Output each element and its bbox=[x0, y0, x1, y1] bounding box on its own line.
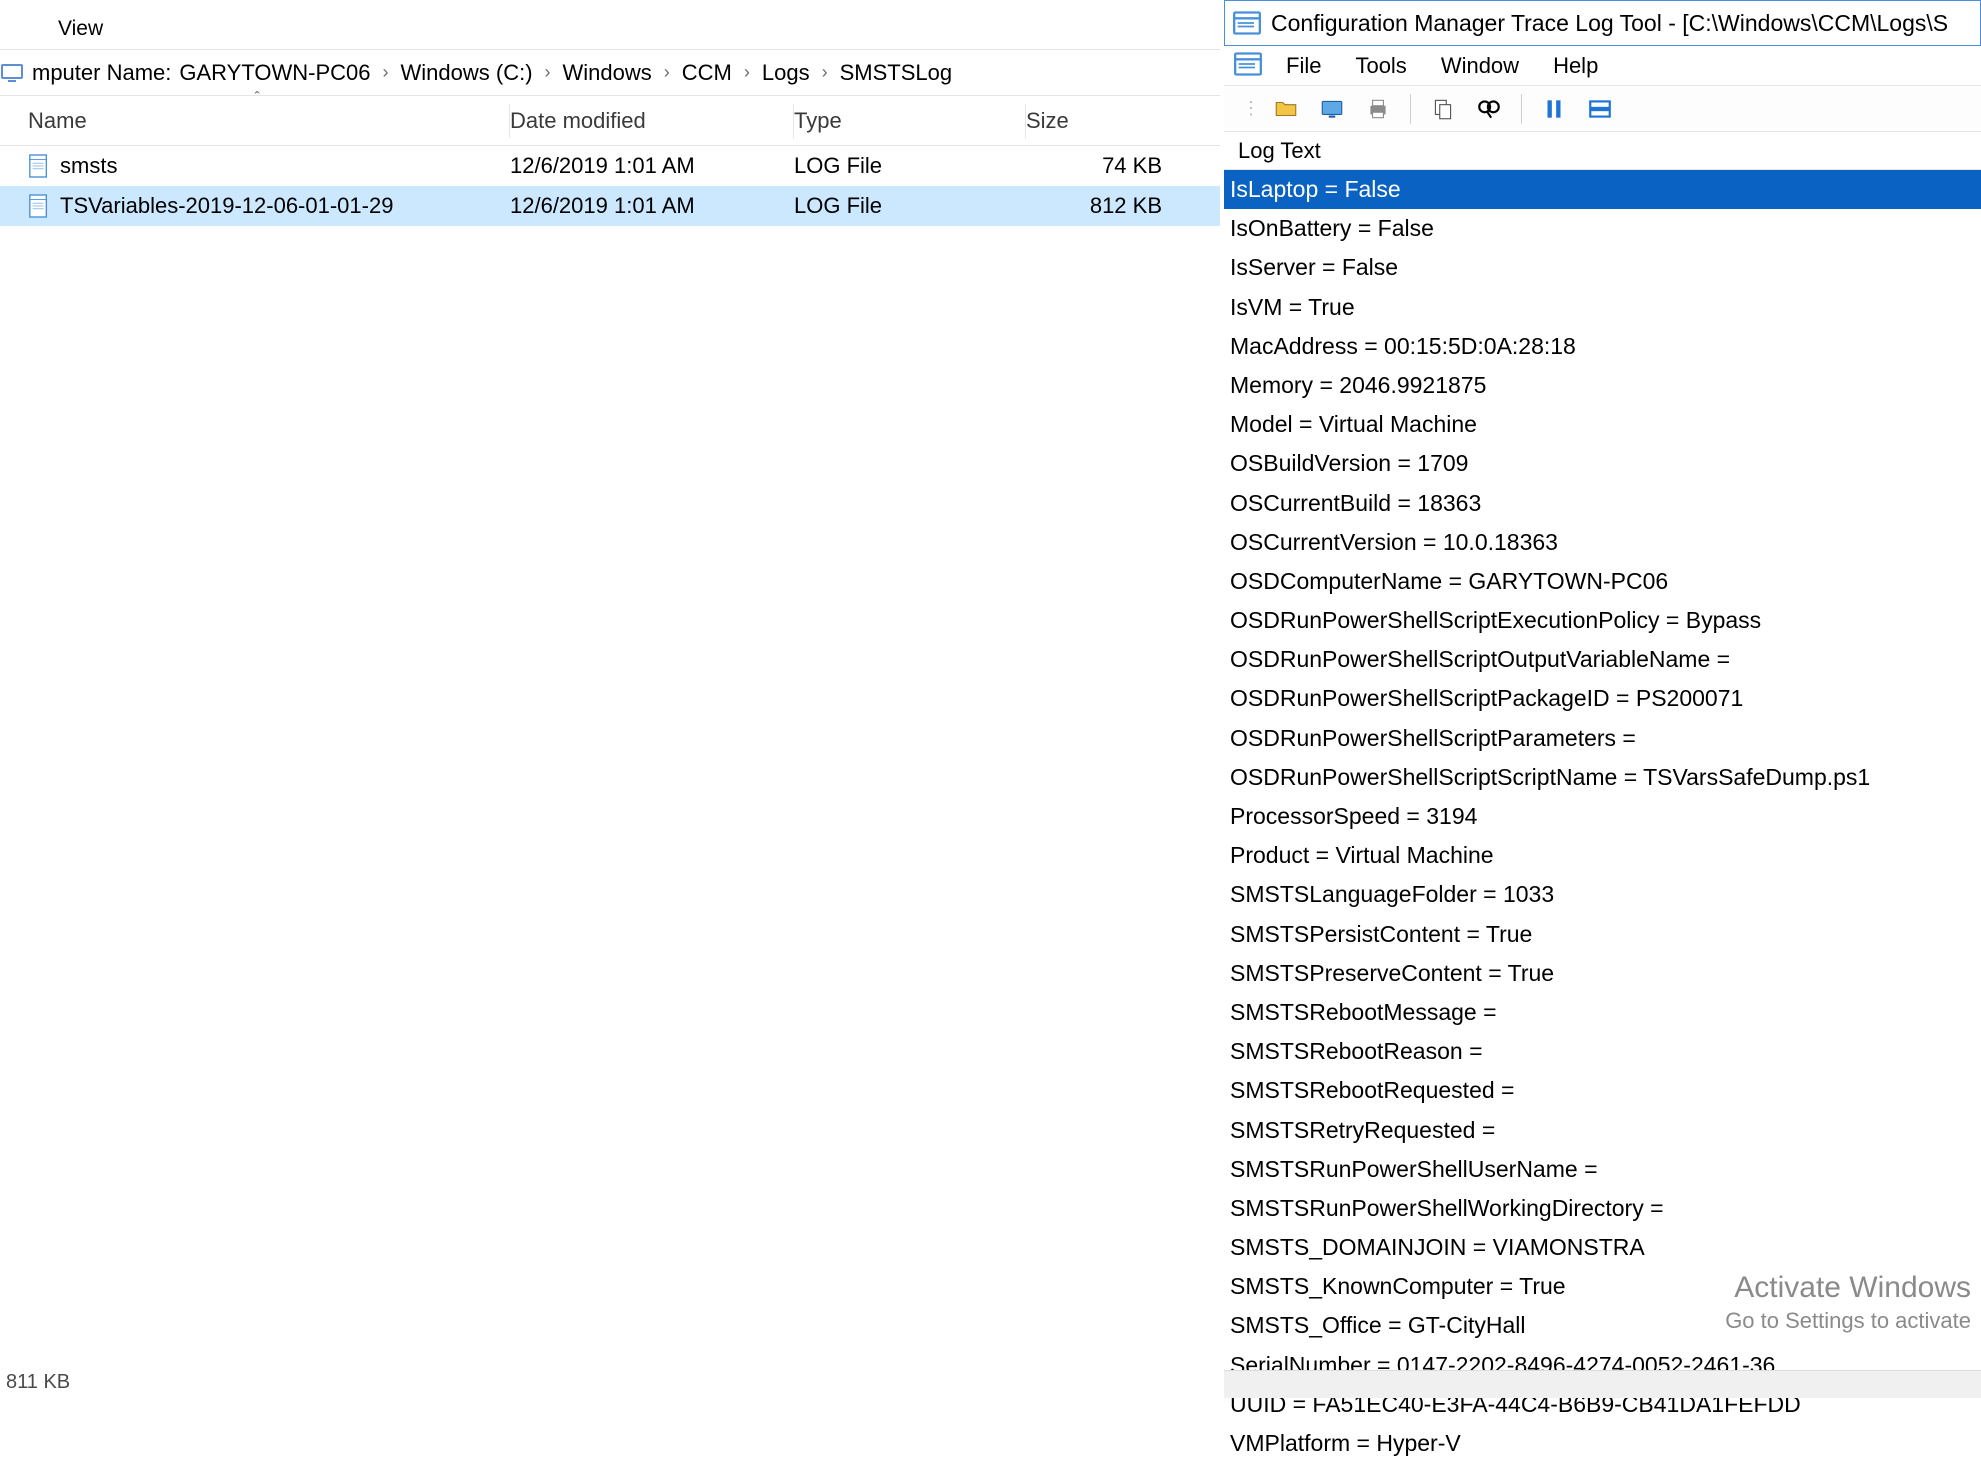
chevron-right-icon: › bbox=[814, 62, 836, 83]
log-line[interactable]: SMSTSPreserveContent = True bbox=[1224, 954, 1981, 993]
log-line[interactable]: SMSTSRunPowerShellWorkingDirectory = bbox=[1224, 1189, 1981, 1228]
log-line[interactable]: Product = Virtual Machine bbox=[1224, 836, 1981, 875]
breadcrumb-item[interactable]: Windows (C:) bbox=[397, 60, 537, 86]
log-line[interactable]: OSDRunPowerShellScriptParameters = bbox=[1224, 719, 1981, 758]
column-label: Name bbox=[28, 108, 87, 134]
log-line[interactable]: SMSTSRebootRequested = bbox=[1224, 1071, 1981, 1110]
toolbar-separator bbox=[1410, 94, 1411, 124]
breadcrumb-prefix: mputer Name: bbox=[28, 60, 175, 86]
print-button[interactable] bbox=[1358, 91, 1398, 127]
log-column-header[interactable]: Log Text bbox=[1224, 132, 1981, 170]
title-text: Configuration Manager Trace Log Tool - [… bbox=[1271, 10, 1948, 37]
log-file-icon bbox=[28, 153, 50, 179]
menu-help[interactable]: Help bbox=[1553, 53, 1598, 79]
file-list-header: ˆ Name Date modified Type Size bbox=[0, 96, 1220, 146]
toolbar: ⋮ bbox=[1224, 86, 1981, 132]
log-line[interactable]: OSCurrentBuild = 18363 bbox=[1224, 484, 1981, 523]
log-line[interactable]: SMSTS_DOMAINJOIN = VIAMONSTRA bbox=[1224, 1228, 1981, 1267]
menu-bar: File Tools Window Help bbox=[1224, 46, 1981, 86]
pause-button[interactable] bbox=[1534, 91, 1574, 127]
menu-tools[interactable]: Tools bbox=[1355, 53, 1406, 79]
status-text: 811 KB bbox=[6, 1371, 70, 1394]
log-line[interactable]: SMSTS_Office = GT-CityHall bbox=[1224, 1306, 1981, 1345]
log-line[interactable]: OSDRunPowerShellScriptScriptName = TSVar… bbox=[1224, 758, 1981, 797]
chevron-right-icon: › bbox=[375, 62, 397, 83]
log-line[interactable]: IsLaptop = False bbox=[1224, 170, 1981, 209]
log-line[interactable]: VMPlatform = Hyper-V bbox=[1224, 1424, 1981, 1463]
app-icon bbox=[1233, 11, 1261, 35]
log-line[interactable]: SMSTSPersistContent = True bbox=[1224, 915, 1981, 954]
breadcrumb-item[interactable]: Logs bbox=[758, 60, 814, 86]
file-size: 74 KB bbox=[1026, 153, 1184, 179]
log-file-icon bbox=[28, 193, 50, 219]
title-bar[interactable]: Configuration Manager Trace Log Tool - [… bbox=[1224, 0, 1981, 46]
column-header-type[interactable]: Type bbox=[794, 104, 1026, 138]
ribbon-tab-view[interactable]: View bbox=[44, 11, 117, 49]
log-line[interactable]: MacAddress = 00:15:5D:0A:28:18 bbox=[1224, 327, 1981, 366]
log-line[interactable]: ProcessorSpeed = 3194 bbox=[1224, 797, 1981, 836]
file-name: smsts bbox=[60, 153, 117, 179]
cmtrace-window: Configuration Manager Trace Log Tool - [… bbox=[1220, 0, 1981, 1398]
breadcrumb-item[interactable]: CCM bbox=[678, 60, 736, 86]
sort-asc-icon: ˆ bbox=[255, 90, 260, 108]
log-line[interactable]: OSDRunPowerShellScriptPackageID = PS2000… bbox=[1224, 679, 1981, 718]
column-header-name[interactable]: ˆ Name bbox=[0, 104, 510, 138]
copy-button[interactable] bbox=[1423, 91, 1463, 127]
log-line[interactable]: OSCurrentVersion = 10.0.18363 bbox=[1224, 523, 1981, 562]
file-name: TSVariables-2019-12-06-01-01-29 bbox=[60, 193, 393, 219]
column-header-date[interactable]: Date modified bbox=[510, 104, 794, 138]
breadcrumb-item[interactable]: GARYTOWN-PC06 bbox=[175, 60, 374, 86]
log-line[interactable]: OSBuildVersion = 1709 bbox=[1224, 444, 1981, 483]
log-lines[interactable]: IsLaptop = FalseIsOnBattery = FalseIsSer… bbox=[1224, 170, 1981, 1463]
ribbon: View bbox=[0, 0, 1220, 50]
file-row[interactable]: smsts 12/6/2019 1:01 AMLOG File74 KB bbox=[0, 146, 1220, 186]
status-bar: 811 KB bbox=[0, 1366, 70, 1398]
breadcrumb[interactable]: mputer Name: GARYTOWN-PC06 › Windows (C:… bbox=[0, 50, 1220, 96]
log-line[interactable]: IsOnBattery = False bbox=[1224, 209, 1981, 248]
toolbar-separator bbox=[1521, 94, 1522, 124]
log-line[interactable]: OSDComputerName = GARYTOWN-PC06 bbox=[1224, 562, 1981, 601]
log-line[interactable]: IsServer = False bbox=[1224, 248, 1981, 287]
breadcrumb-item[interactable]: Windows bbox=[559, 60, 656, 86]
log-line[interactable]: SMSTSRebootMessage = bbox=[1224, 993, 1981, 1032]
open-file-button[interactable] bbox=[1266, 91, 1306, 127]
highlight-button[interactable] bbox=[1580, 91, 1620, 127]
log-line[interactable]: SMSTSRebootReason = bbox=[1224, 1032, 1981, 1071]
app-icon bbox=[1234, 52, 1262, 76]
toolbar-grip: ⋮ bbox=[1242, 98, 1260, 119]
file-date: 12/6/2019 1:01 AM bbox=[510, 153, 794, 179]
file-type: LOG File bbox=[794, 193, 1026, 219]
chevron-right-icon: › bbox=[537, 62, 559, 83]
log-line[interactable]: SMSTS_KnownComputer = True bbox=[1224, 1267, 1981, 1306]
open-on-server-button[interactable] bbox=[1312, 91, 1352, 127]
file-date: 12/6/2019 1:01 AM bbox=[510, 193, 794, 219]
find-button[interactable] bbox=[1469, 91, 1509, 127]
status-bar bbox=[1224, 1370, 1981, 1398]
log-line[interactable]: OSDRunPowerShellScriptExecutionPolicy = … bbox=[1224, 601, 1981, 640]
log-line[interactable]: Model = Virtual Machine bbox=[1224, 405, 1981, 444]
computer-icon bbox=[0, 61, 24, 85]
log-line[interactable]: SMSTSLanguageFolder = 1033 bbox=[1224, 875, 1981, 914]
menu-file[interactable]: File bbox=[1286, 53, 1321, 79]
menu-window[interactable]: Window bbox=[1441, 53, 1519, 79]
log-line[interactable]: SMSTSRunPowerShellUserName = bbox=[1224, 1150, 1981, 1189]
log-line[interactable]: OSDRunPowerShellScriptOutputVariableName… bbox=[1224, 640, 1981, 679]
log-line[interactable]: Memory = 2046.9921875 bbox=[1224, 366, 1981, 405]
breadcrumb-item[interactable]: SMSTSLog bbox=[836, 60, 957, 86]
file-size: 812 KB bbox=[1026, 193, 1184, 219]
file-explorer: View mputer Name: GARYTOWN-PC06 › Window… bbox=[0, 0, 1220, 1398]
log-line[interactable]: IsVM = True bbox=[1224, 288, 1981, 327]
column-header-size[interactable]: Size bbox=[1026, 104, 1184, 138]
log-line[interactable]: SMSTSRetryRequested = bbox=[1224, 1111, 1981, 1150]
file-type: LOG File bbox=[794, 153, 1026, 179]
chevron-right-icon: › bbox=[656, 62, 678, 83]
chevron-right-icon: › bbox=[736, 62, 758, 83]
file-list: smsts 12/6/2019 1:01 AMLOG File74 KB TSVar… bbox=[0, 146, 1220, 226]
file-row[interactable]: TSVariables-2019-12-06-01-01-29 12/6/2019… bbox=[0, 186, 1220, 226]
